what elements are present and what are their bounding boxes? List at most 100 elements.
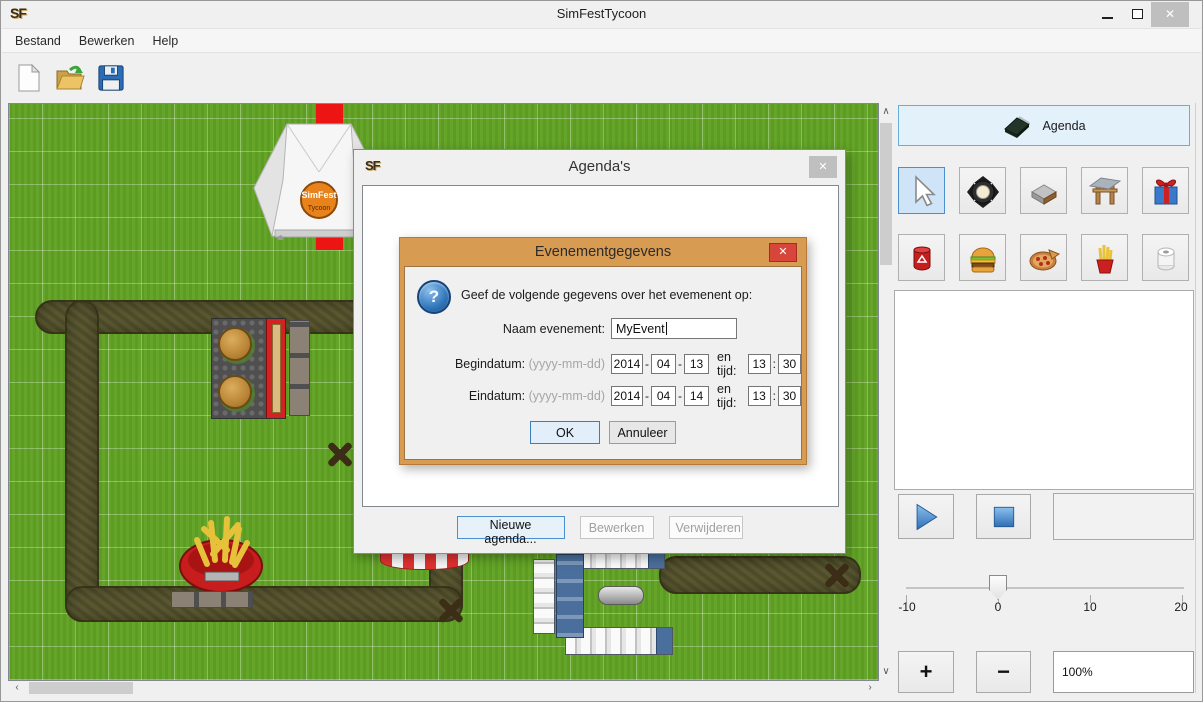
slider-label: 0 (995, 600, 1002, 614)
play-button[interactable] (898, 494, 954, 539)
burger-stand[interactable] (211, 318, 286, 419)
ok-button[interactable]: OK (530, 421, 600, 444)
tool-gift[interactable] (1142, 167, 1189, 214)
event-dialog-content: ? Geef de volgende gegevens over het eve… (404, 266, 802, 460)
begin-minute-input[interactable] (778, 354, 801, 374)
close-icon[interactable]: ✕ (809, 156, 837, 178)
end-year-input[interactable] (611, 386, 643, 406)
event-name-input[interactable]: MyEvent (611, 318, 737, 339)
speed-slider-track[interactable] (906, 587, 1184, 589)
path-marker[interactable] (324, 438, 356, 470)
vertical-scrollbar[interactable]: ∧ ∨ (879, 103, 893, 681)
end-minute-input[interactable] (778, 386, 801, 406)
zoom-out-button[interactable]: − (976, 651, 1031, 693)
burger-icon (965, 240, 1001, 276)
slider-label: -10 (898, 600, 915, 614)
title-bar[interactable]: SF SimFestTycoon ✕ (1, 1, 1202, 27)
burger-item (218, 375, 252, 409)
open-file-icon (55, 63, 85, 93)
scroll-right-icon[interactable]: › (863, 681, 877, 695)
tool-burger[interactable] (959, 234, 1006, 281)
close-icon[interactable]: ✕ (1151, 2, 1189, 27)
date-separator: - (645, 389, 649, 403)
end-label-text: Eindatum: (469, 389, 525, 403)
tool-pizza[interactable] (1020, 234, 1067, 281)
zoom-level-field[interactable]: 100% (1053, 651, 1194, 693)
metal-barrel[interactable] (598, 586, 644, 605)
end-hour-input[interactable] (748, 386, 771, 406)
date-separator: - (645, 357, 649, 371)
tool-trash-bin[interactable] (898, 234, 945, 281)
menu-bewerken[interactable]: Bewerken (70, 34, 144, 48)
begin-year-input[interactable] (611, 354, 643, 374)
horizontal-scrollbar[interactable]: ‹ › (8, 681, 879, 695)
fries-stand[interactable] (177, 510, 265, 601)
open-file-button[interactable] (54, 61, 86, 95)
end-month-input[interactable] (651, 386, 676, 406)
tool-toilet-paper[interactable] (1142, 234, 1189, 281)
date-format-hint: (yyyy-mm-dd) (529, 389, 605, 403)
toilet-paper-icon (1148, 240, 1184, 276)
maximize-icon[interactable] (1132, 9, 1143, 19)
stop-icon (989, 502, 1019, 532)
menu-help[interactable]: Help (143, 34, 187, 48)
menu-bestand[interactable]: Bestand (6, 34, 70, 48)
end-date-label: Eindatum: (yyyy-mm-dd) (405, 389, 605, 403)
begin-hour-input[interactable] (748, 354, 771, 374)
path-segment[interactable] (65, 300, 99, 622)
event-name-value: MyEvent (616, 322, 665, 336)
sidebar: Agenda (893, 103, 1203, 702)
event-dialog-buttons: OK Annuleer (405, 421, 801, 444)
text-caret (666, 322, 667, 335)
begin-month-input[interactable] (651, 354, 676, 374)
begin-day-input[interactable] (684, 354, 709, 374)
date-separator: - (678, 357, 682, 371)
new-file-icon (16, 63, 42, 93)
scroll-down-icon[interactable]: ∨ (879, 665, 893, 679)
time-separator: : (773, 357, 776, 371)
bench[interactable] (289, 320, 310, 416)
agenda-button[interactable]: Agenda (898, 105, 1190, 146)
path-marker[interactable] (435, 594, 467, 626)
zoom-in-button[interactable]: + (898, 651, 954, 693)
vertical-scroll-thumb[interactable] (880, 123, 892, 265)
new-file-button[interactable] (13, 61, 45, 95)
scroll-up-icon[interactable]: ∧ (879, 105, 893, 119)
stop-button[interactable] (976, 494, 1031, 539)
torii-gate-icon (1087, 173, 1123, 209)
tent-logo-text: SimFest (301, 190, 336, 200)
burger-stand-plank (272, 324, 281, 413)
horizontal-scroll-thumb[interactable] (29, 682, 133, 694)
menu-bar: Bestand Bewerken Help (2, 28, 1201, 53)
date-separator: - (678, 389, 682, 403)
save-file-button[interactable] (95, 61, 127, 95)
tool-select-cursor[interactable] (898, 167, 945, 214)
play-icon (909, 500, 943, 534)
path-marker[interactable] (821, 559, 853, 591)
stage-block[interactable] (556, 554, 584, 638)
edit-agenda-button[interactable]: Bewerken (580, 516, 654, 539)
scroll-left-icon[interactable]: ‹ (10, 681, 24, 695)
tool-torii-gate[interactable] (1081, 167, 1128, 214)
fries-icon (1087, 240, 1123, 276)
end-day-input[interactable] (684, 386, 709, 406)
gift-icon (1148, 173, 1184, 209)
speed-slider-thumb[interactable] (989, 575, 1007, 600)
new-agenda-button[interactable]: Nieuwe agenda... (457, 516, 565, 539)
minimize-icon[interactable] (1102, 17, 1113, 19)
slider-label: 20 (1174, 600, 1187, 614)
app-window: SF SimFestTycoon ✕ Bestand Bewerken Help (0, 0, 1203, 702)
bench[interactable] (171, 591, 253, 608)
delete-agenda-button[interactable]: Verwijderen (669, 516, 743, 539)
begin-date-row: Begindatum: (yyyy-mm-dd) - - en tijd: : (405, 350, 801, 378)
event-dialog-title: Evenementgegevens (400, 238, 806, 266)
tool-fries[interactable] (1081, 234, 1128, 281)
tool-spotlight[interactable] (959, 167, 1006, 214)
playback-status-panel (1053, 493, 1194, 540)
cancel-button[interactable]: Annuleer (609, 421, 676, 444)
slider-label: 10 (1083, 600, 1096, 614)
stage-block[interactable] (533, 559, 555, 634)
tool-road[interactable] (1020, 167, 1067, 214)
close-icon[interactable]: ✕ (769, 243, 797, 262)
spotlight-icon (965, 173, 1001, 209)
